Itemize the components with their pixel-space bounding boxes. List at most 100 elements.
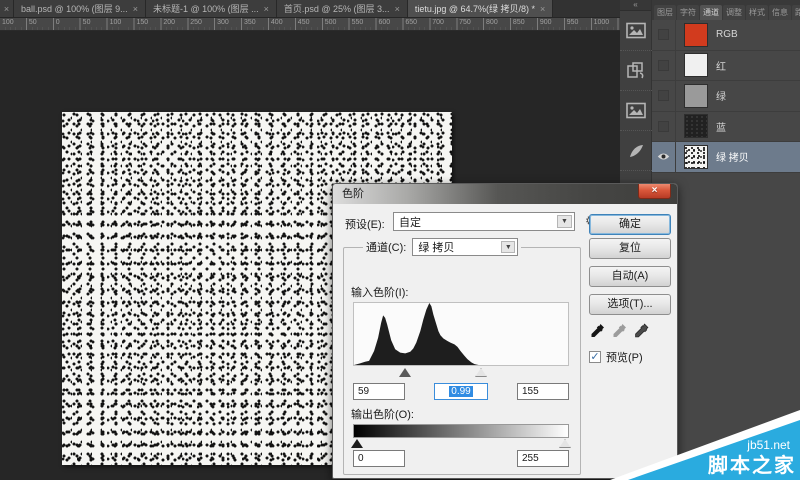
document-tab-tietu-active[interactable]: tietu.jpg @ 64.7%(绿 拷贝/8) * ×: [408, 0, 553, 17]
ruler-tick: 700: [430, 18, 457, 30]
channel-name: RGB: [716, 29, 738, 40]
ruler-tick: 100: [0, 18, 27, 30]
preset-label: 预设(E):: [345, 216, 385, 232]
output-white-field[interactable]: 255: [517, 450, 569, 467]
dialog-titlebar[interactable]: 色阶: [333, 184, 677, 204]
ruler-tick: 100: [108, 18, 135, 30]
white-point-eyedropper-icon[interactable]: [635, 323, 649, 338]
eye-empty-slot: [658, 90, 669, 101]
channel-row-blue[interactable]: 蓝: [652, 112, 800, 143]
chevron-down-icon[interactable]: ▼: [501, 241, 515, 253]
tab-layers[interactable]: 图层: [654, 5, 676, 20]
ruler-tick: 50: [27, 18, 54, 30]
ruler-tick: 600: [376, 18, 403, 30]
collapse-dock-icon[interactable]: «: [620, 0, 651, 11]
tab-close-icon[interactable]: ×: [133, 4, 138, 14]
ruler-tick: 800: [484, 18, 511, 30]
channel-row-red[interactable]: 红: [652, 51, 800, 82]
ruler-tick: 250: [188, 18, 215, 30]
visibility-toggle[interactable]: [652, 20, 676, 50]
ruler-tick: 650: [403, 18, 430, 30]
channel-name: 绿: [716, 88, 726, 103]
ruler-tick: 400: [269, 18, 296, 30]
panel-icon-library[interactable]: [620, 11, 652, 51]
channel-row-rgb[interactable]: RGB: [652, 20, 800, 51]
document-tab-ball[interactable]: ball.psd @ 100% (图层 9... ×: [14, 0, 146, 17]
input-black-field[interactable]: 59: [353, 383, 405, 400]
preview-option: ✓ 预览(P): [589, 349, 643, 365]
input-levels-label: 输入色阶(I):: [351, 284, 408, 300]
white-point-slider[interactable]: [475, 368, 487, 377]
ruler-tick: 750: [457, 18, 484, 30]
black-point-eyedropper-icon[interactable]: [591, 323, 605, 338]
tab-character[interactable]: 字符: [677, 5, 699, 20]
channel-row-green[interactable]: 绿: [652, 81, 800, 112]
histogram: [353, 302, 569, 366]
channel-name: 蓝: [716, 119, 726, 134]
tab-info[interactable]: 信息: [769, 5, 791, 20]
eyedropper-group: [591, 323, 649, 338]
tab-close-icon[interactable]: ×: [0, 0, 14, 17]
chevron-down-icon[interactable]: ▼: [557, 215, 572, 228]
tab-label: tietu.jpg @ 64.7%(绿 拷贝/8) *: [415, 2, 535, 15]
preview-checkbox[interactable]: ✓: [589, 351, 601, 363]
output-black-field[interactable]: 0: [353, 450, 405, 467]
document-tab-untitled[interactable]: 未标题-1 @ 100% (图层 ... ×: [146, 0, 277, 17]
options-button[interactable]: 选项(T)...: [589, 294, 671, 315]
panel-icon-image[interactable]: [620, 91, 652, 131]
gray-point-eyedropper-icon[interactable]: [613, 323, 627, 338]
input-gamma-field[interactable]: 0.99: [434, 383, 488, 400]
tab-close-icon[interactable]: ×: [264, 4, 269, 14]
preview-label: 预览(P): [606, 349, 643, 365]
output-black-slider[interactable]: [351, 439, 363, 448]
preset-value: 自定: [399, 214, 421, 230]
visibility-toggle[interactable]: [652, 51, 676, 81]
ruler-tick: 900: [538, 18, 565, 30]
channel-name: 红: [716, 58, 726, 73]
channel-thumbnail: [684, 23, 708, 47]
channel-thumbnail: [684, 145, 708, 169]
preset-dropdown[interactable]: 自定 ▼: [393, 212, 575, 231]
reset-button[interactable]: 复位: [589, 238, 671, 259]
input-slider-track: [353, 368, 569, 378]
auto-button[interactable]: 自动(A): [589, 266, 671, 287]
visibility-toggle[interactable]: [652, 112, 676, 142]
panel-icon-history[interactable]: [620, 51, 652, 91]
ruler-tick: 850: [511, 18, 538, 30]
black-point-slider[interactable]: [399, 368, 411, 377]
ok-button[interactable]: 确定: [589, 214, 671, 235]
tab-styles[interactable]: 样式: [746, 5, 768, 20]
ruler-tick: 950: [565, 18, 592, 30]
channel-dropdown[interactable]: 绿 拷贝 ▼: [412, 238, 518, 256]
visibility-toggle[interactable]: [652, 81, 676, 111]
tab-adjustments[interactable]: 调整: [723, 5, 745, 20]
eye-icon: [657, 152, 670, 161]
eye-empty-slot: [658, 29, 669, 40]
channel-thumbnail: [684, 53, 708, 77]
channel-thumbnail: [684, 114, 708, 138]
tab-paths[interactable]: 路径: [792, 5, 800, 20]
selected-text: 0.99: [449, 386, 472, 397]
levels-dialog: 色阶 × 预设(E): 自定 ▼ ⚙▾ 确定 复位 自动(A) 选项(T)...…: [332, 183, 678, 479]
output-levels-label: 输出色阶(O):: [351, 406, 414, 422]
channel-select-row: 通道(C): 绿 拷贝 ▼: [363, 238, 521, 256]
dialog-close-button[interactable]: ×: [638, 184, 671, 199]
tab-channels[interactable]: 通道: [700, 5, 722, 20]
ruler-tick: 200: [161, 18, 188, 30]
ruler-tick: 300: [215, 18, 242, 30]
tab-close-icon[interactable]: ×: [395, 4, 400, 14]
channel-row-green-copy[interactable]: 绿 拷贝: [652, 142, 800, 173]
tab-close-icon[interactable]: ×: [540, 4, 545, 14]
ruler-tick: 0: [54, 18, 81, 30]
panel-icon-brush[interactable]: [620, 131, 652, 171]
tab-label: 未标题-1 @ 100% (图层 ...: [153, 2, 259, 15]
panel-tab-strip: 图层 字符 通道 调整 样式 信息 路径: [652, 0, 800, 20]
input-white-field[interactable]: 155: [517, 383, 569, 400]
ruler-tick: 550: [350, 18, 377, 30]
visibility-toggle[interactable]: [652, 142, 676, 172]
document-tab-homepage[interactable]: 首页.psd @ 25% (图层 3... ×: [277, 0, 408, 17]
document-tab-bar: × ball.psd @ 100% (图层 9... × 未标题-1 @ 100…: [0, 0, 620, 18]
channel-thumbnail: [684, 84, 708, 108]
tab-label: ball.psd @ 100% (图层 9...: [21, 2, 128, 15]
ruler-tick: 1000: [592, 18, 619, 30]
